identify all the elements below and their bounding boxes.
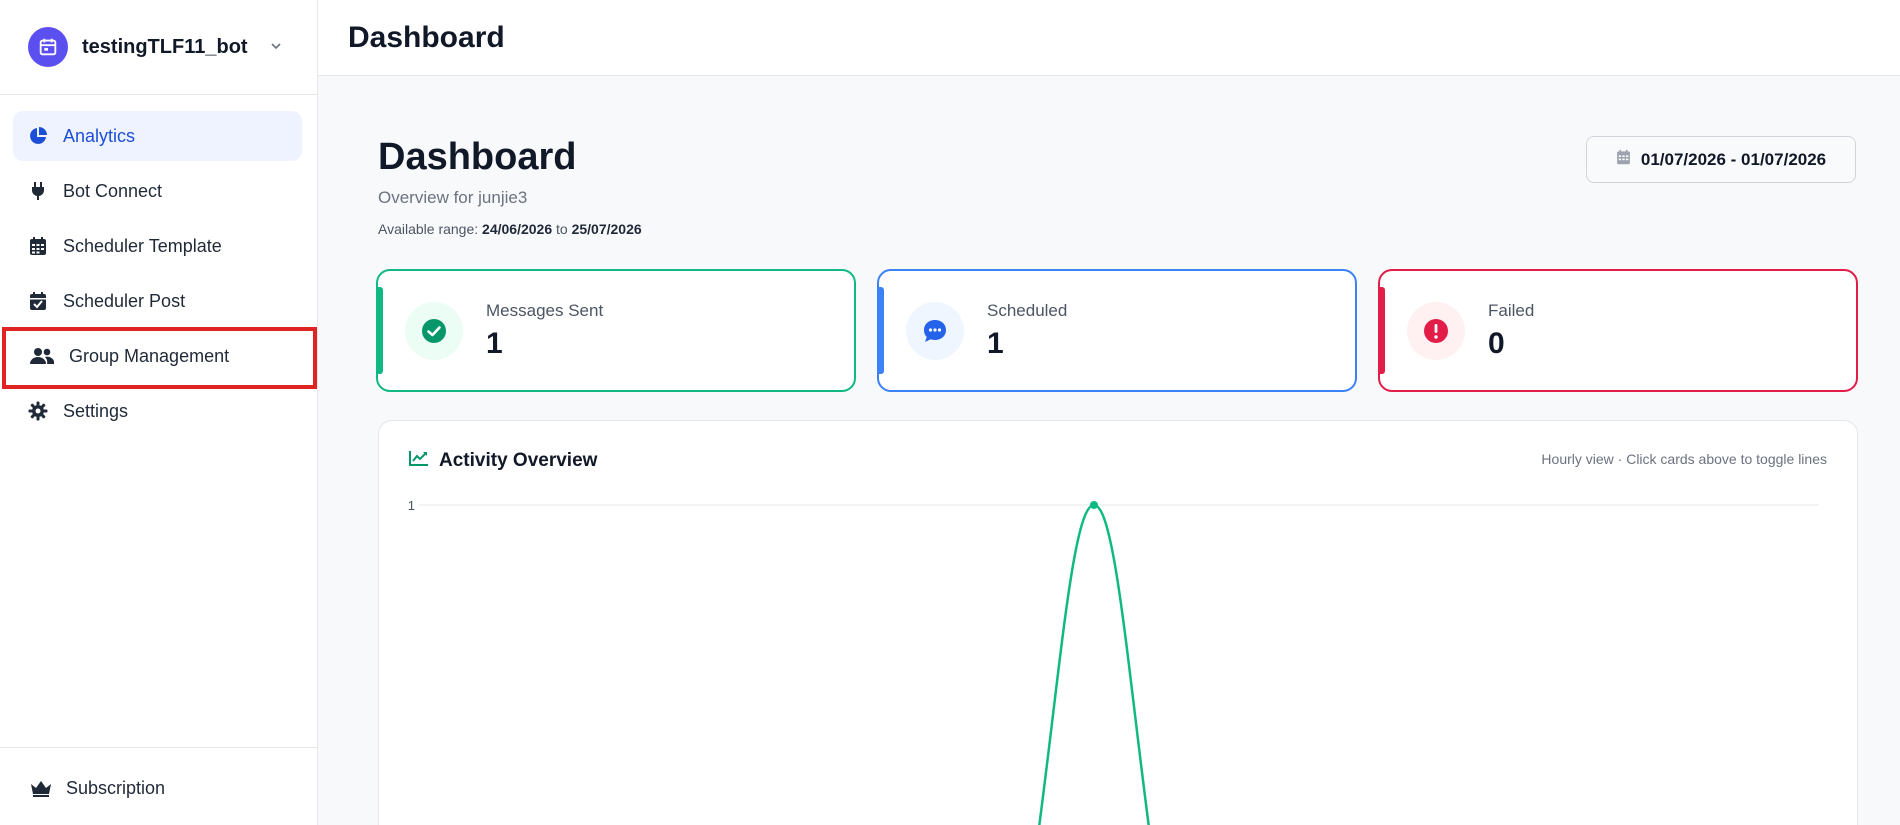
chart-hint: Hourly view · Click cards above to toggl…	[1541, 451, 1827, 467]
sidebar-item-scheduler-template[interactable]: Scheduler Template	[13, 221, 302, 271]
subscription-label: Subscription	[66, 777, 166, 798]
sidebar-nav: Analytics Bot Connect Scheduler Template…	[13, 111, 302, 441]
card-label: Failed	[1488, 301, 1535, 320]
chevron-down-icon[interactable]	[268, 38, 284, 59]
chart-series-line	[1038, 503, 1150, 825]
date-range-label: 01/07/2026 - 01/07/2026	[1640, 149, 1827, 169]
sidebar-item-label: Settings	[63, 400, 129, 421]
plug-icon	[27, 180, 49, 202]
card-accent	[378, 287, 383, 374]
bot-selector[interactable]: testingTLF11_bot	[0, 0, 317, 95]
chat-bubble-icon	[906, 302, 964, 360]
sidebar-item-label: Scheduler Post	[63, 290, 186, 311]
available-range: Available range: 24/06/2026 to 25/07/202…	[378, 221, 642, 237]
chart-y-tick-label: 1	[408, 498, 415, 513]
calendar-icon	[1616, 149, 1631, 170]
page-title: Dashboard	[348, 20, 505, 54]
card-messages-sent[interactable]: Messages Sent 1	[376, 269, 856, 392]
card-value: 1	[987, 327, 1004, 360]
range-separator: to	[552, 221, 572, 237]
chart-title-text: Activity Overview	[439, 450, 598, 471]
card-label: Scheduled	[987, 301, 1068, 320]
card-label: Messages Sent	[486, 301, 604, 320]
bot-name: testingTLF11_bot	[82, 35, 248, 58]
dashboard-heading: Dashboard	[378, 136, 577, 178]
sidebar-footer: Subscription	[0, 747, 317, 825]
calendar-icon	[27, 235, 49, 257]
dashboard-subtitle: Overview for junjie3	[378, 188, 528, 207]
sidebar-item-settings[interactable]: Settings	[13, 386, 302, 436]
check-circle-icon	[405, 302, 463, 360]
card-value: 0	[1488, 327, 1505, 360]
sidebar-item-bot-connect[interactable]: Bot Connect	[13, 166, 302, 216]
sidebar-item-label: Scheduler Template	[63, 235, 222, 256]
crown-icon	[30, 779, 52, 797]
range-prefix: Available range:	[378, 221, 483, 237]
sidebar-item-analytics[interactable]: Analytics	[13, 111, 302, 161]
range-end: 25/07/2026	[571, 221, 642, 237]
chart-title: Activity Overview	[409, 450, 597, 472]
main-content: Dashboard Overview for junjie3 Available…	[318, 76, 1900, 825]
sidebar-item-label: Bot Connect	[63, 180, 163, 201]
card-accent	[1380, 287, 1385, 374]
annotation-highlight-box	[2, 327, 317, 389]
chart-data-point[interactable]	[1090, 501, 1098, 509]
top-bar: Dashboard	[318, 0, 1900, 76]
alert-circle-icon	[1407, 302, 1465, 360]
sidebar: testingTLF11_bot Analytics Bot Connect S…	[0, 0, 318, 825]
trend-chart-icon	[409, 450, 429, 472]
pie-chart-icon	[27, 125, 49, 147]
bot-avatar-icon	[28, 27, 68, 67]
range-start: 24/06/2026	[482, 221, 553, 237]
activity-overview-card: 1 Activity Overview Hourly view · Click …	[378, 420, 1858, 825]
sidebar-item-label: Analytics	[63, 125, 136, 146]
activity-chart: 1	[408, 498, 1819, 825]
date-range-button[interactable]: 01/07/2026 - 01/07/2026	[1586, 136, 1856, 183]
subscription-link[interactable]: Subscription	[30, 768, 165, 808]
card-value: 1	[486, 327, 503, 360]
card-failed[interactable]: Failed 0	[1378, 269, 1858, 392]
sidebar-item-scheduler-post[interactable]: Scheduler Post	[13, 276, 302, 326]
gear-icon	[27, 400, 49, 422]
app-root: testingTLF11_bot Analytics Bot Connect S…	[0, 0, 1900, 825]
card-accent	[879, 287, 884, 374]
card-scheduled[interactable]: Scheduled 1	[877, 269, 1357, 392]
calendar-check-icon	[27, 290, 49, 312]
